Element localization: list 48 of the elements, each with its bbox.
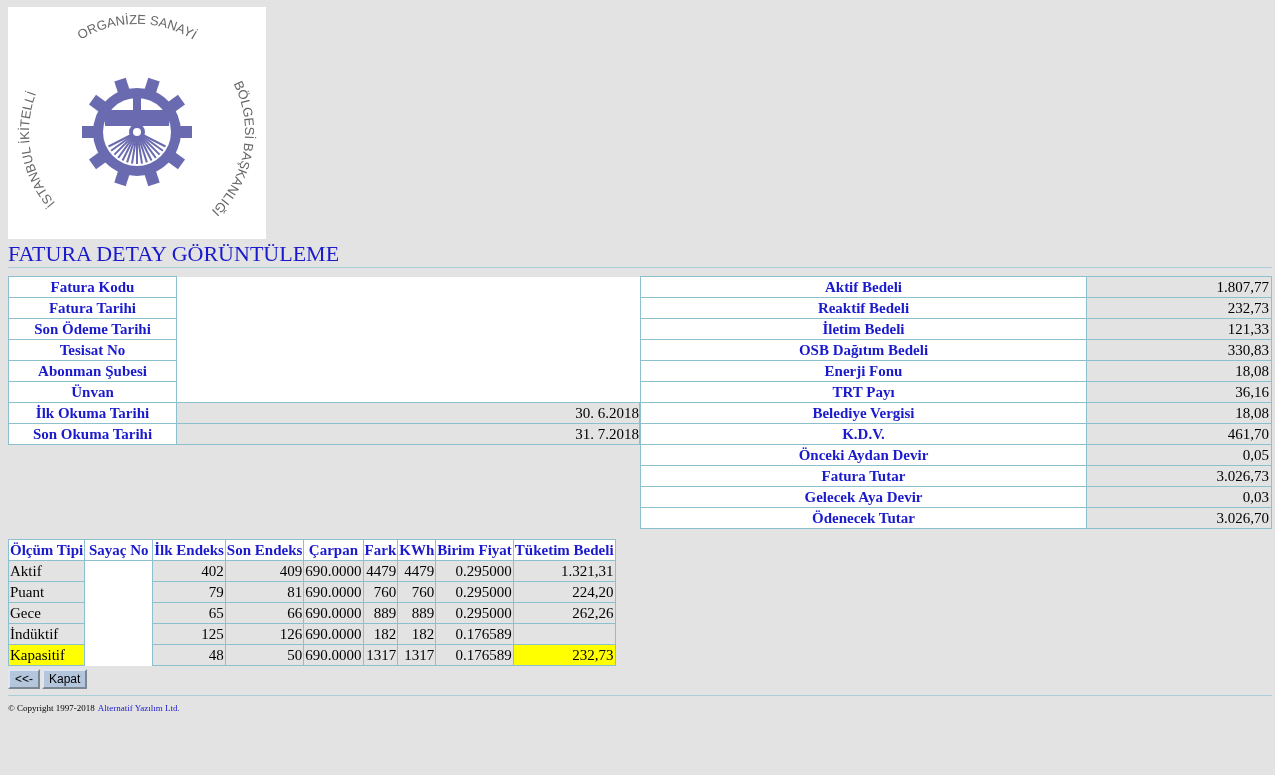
column-header: Tüketim Bedeli	[513, 539, 616, 561]
field-value: 30. 6.2018	[176, 402, 640, 424]
charge-label: Önceki Aydan Devir	[640, 444, 1087, 466]
charge-label: Enerji Fonu	[640, 360, 1087, 382]
company-link[interactable]: Alternatif Yazılım Ltd.	[97, 702, 180, 716]
column-header: Son Endeks	[225, 539, 304, 561]
charge-label: OSB Dağıtım Bedeli	[640, 339, 1087, 361]
charge-label: Fatura Tutar	[640, 465, 1087, 487]
field-label: Fatura Tarihi	[8, 297, 177, 319]
charge-label: Reaktif Bedeli	[640, 297, 1087, 319]
table-cell: 79	[152, 581, 226, 603]
close-button[interactable]: Kapat	[42, 669, 88, 689]
charge-label: TRT Payı	[640, 381, 1087, 403]
gear-emblem-icon	[82, 77, 192, 187]
table-cell: Aktif	[8, 560, 85, 582]
field-value: 31. 7.2018	[176, 423, 640, 445]
charge-label: Gelecek Aya Devir	[640, 486, 1087, 508]
field-label: Ünvan	[8, 381, 177, 403]
column-header: İlk Endeks	[152, 539, 226, 561]
field-label: Son Ödeme Tarihi	[8, 318, 177, 340]
copyright-text: © Copyright 1997-2018	[8, 702, 95, 715]
table-cell: 125	[152, 623, 226, 645]
table-cell: Kapasitif	[8, 644, 85, 666]
field-label: Fatura Kodu	[8, 276, 177, 298]
charge-label: Aktif Bedeli	[640, 276, 1087, 298]
table-cell: Puant	[8, 581, 85, 603]
back-button[interactable]: <<-	[8, 669, 40, 689]
charge-label: Ödenecek Tutar	[640, 507, 1087, 529]
table-cell: İndüktif	[8, 623, 85, 645]
column-header: Çarpan	[303, 539, 364, 561]
column-header: KWh	[397, 539, 436, 561]
column-header: Fark	[363, 539, 398, 561]
charge-value: 1.807,77	[1086, 276, 1272, 298]
charge-label: K.D.V.	[640, 423, 1087, 445]
charge-label: İletim Bedeli	[640, 318, 1087, 340]
column-header: Sayaç No	[84, 539, 153, 561]
field-label: Abonman Şubesi	[8, 360, 177, 382]
column-header: Birim Fiyat	[435, 539, 514, 561]
table-cell: Gece	[8, 602, 85, 624]
field-label: İlk Okuma Tarihi	[8, 402, 177, 424]
charge-label: Belediye Vergisi	[640, 402, 1087, 424]
table-cell: 402	[152, 560, 226, 582]
field-label: Son Okuma Tarihi	[8, 423, 177, 445]
column-header: Ölçüm Tipi	[8, 539, 85, 561]
field-label: Tesisat No	[8, 339, 177, 361]
page-title: FATURA DETAY GÖRÜNTÜLEME	[8, 241, 341, 267]
table-cell: 48	[152, 644, 226, 666]
table-cell: 65	[152, 602, 226, 624]
